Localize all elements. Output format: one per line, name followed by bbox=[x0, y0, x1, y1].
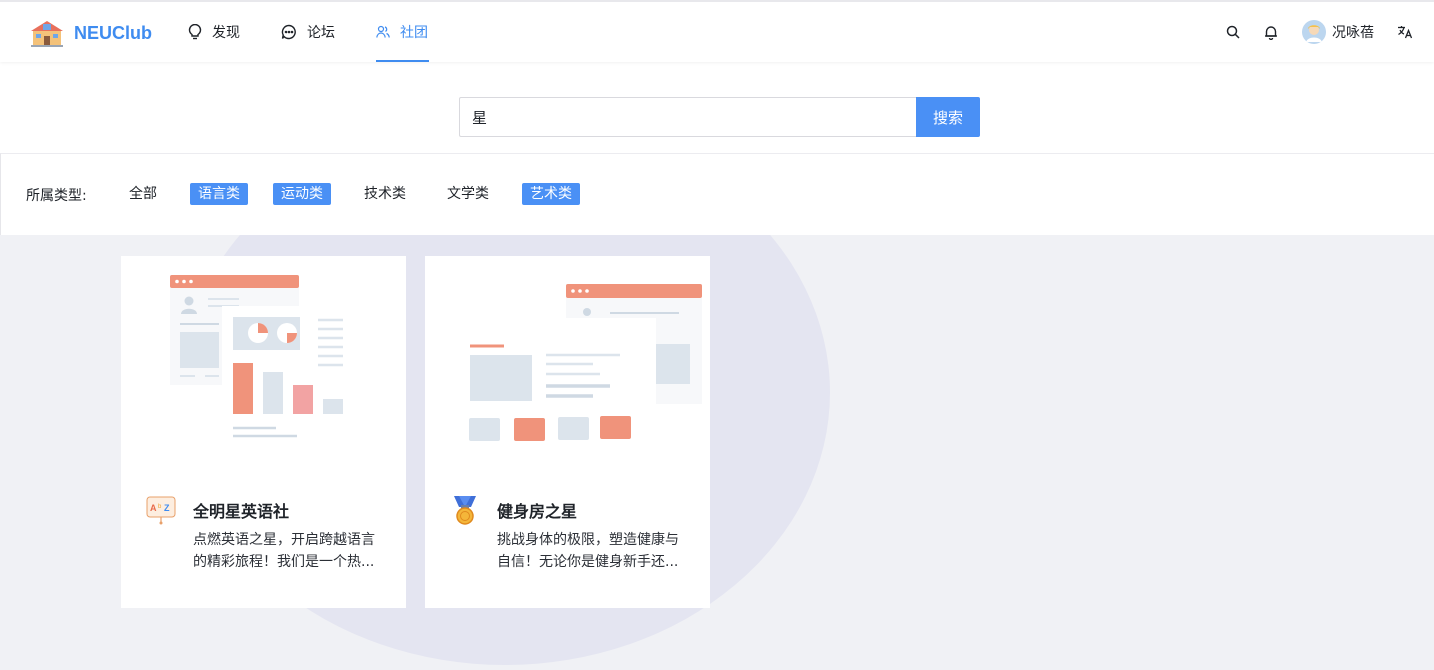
user-menu[interactable]: 况咏蓓 bbox=[1302, 20, 1374, 44]
bell-icon bbox=[1265, 25, 1277, 40]
language-button[interactable] bbox=[1395, 22, 1415, 42]
filter-chip-all[interactable]: 全部 bbox=[121, 183, 165, 205]
search-button[interactable] bbox=[1223, 22, 1243, 42]
abc-board-icon: A b Z bbox=[146, 496, 176, 525]
translate-icon bbox=[1398, 26, 1413, 39]
dashboard-illustration bbox=[170, 275, 346, 441]
club-name: 全明星英语社 bbox=[193, 502, 290, 521]
notifications-button[interactable] bbox=[1261, 22, 1281, 42]
school-building-icon bbox=[31, 21, 63, 47]
svg-text:A: A bbox=[150, 503, 157, 513]
search-submit-button[interactable]: 搜索 bbox=[916, 97, 980, 137]
users-icon bbox=[376, 25, 390, 38]
club-name: 健身房之星 bbox=[497, 502, 578, 521]
webpage-illustration bbox=[456, 284, 702, 441]
nav-item-label: 社团 bbox=[400, 25, 428, 41]
nav-item-label: 论坛 bbox=[307, 25, 335, 41]
club-description: 挑战身体的极限，塑造健康与自信！无论你是健身新手还... bbox=[497, 532, 679, 570]
user-name: 况咏蓓 bbox=[1332, 25, 1374, 41]
medal-icon bbox=[454, 496, 476, 525]
filter-chip-language[interactable]: 语言类 bbox=[190, 183, 248, 205]
nav-item-discover[interactable]: 发现 bbox=[188, 2, 240, 62]
filter-label: 所属类型: bbox=[26, 188, 87, 204]
brand-name: NEUClub bbox=[74, 22, 152, 43]
category-filter-bar: 所属类型: 全部 语言类 运动类 技术类 文学类 艺术类 bbox=[0, 153, 1434, 235]
nav-item-forum[interactable]: 论坛 bbox=[281, 2, 335, 62]
search-input[interactable] bbox=[459, 97, 917, 137]
top-navigation-bar: NEUClub 发现 论坛 社团 况咏蓓 bbox=[0, 0, 1434, 62]
brand-logo[interactable]: NEUClub bbox=[30, 18, 152, 48]
filter-chip-tech[interactable]: 技术类 bbox=[356, 183, 414, 205]
chat-bubble-icon bbox=[281, 24, 296, 40]
club-description: 点燃英语之星，开启跨越语言的精彩旅程！我们是一个热... bbox=[193, 532, 375, 570]
filter-chip-literature[interactable]: 文学类 bbox=[439, 183, 497, 205]
club-card[interactable]: A b Z 全明星英语社 点燃英语之星，开启跨越语言的精彩旅程！我们是一个热..… bbox=[121, 256, 406, 608]
nav-item-label: 发现 bbox=[212, 25, 240, 41]
svg-text:Z: Z bbox=[164, 503, 170, 513]
nav-item-clubs[interactable]: 社团 bbox=[376, 2, 429, 62]
filter-chip-sports[interactable]: 运动类 bbox=[273, 183, 331, 205]
filter-chip-art[interactable]: 艺术类 bbox=[522, 183, 580, 205]
search-icon bbox=[1226, 25, 1240, 39]
lightbulb-icon bbox=[188, 24, 202, 40]
search-section: 搜索 bbox=[0, 62, 1434, 154]
avatar bbox=[1302, 20, 1326, 44]
club-card[interactable]: 健身房之星 挑战身体的极限，塑造健康与自信！无论你是健身新手还... bbox=[425, 256, 710, 608]
